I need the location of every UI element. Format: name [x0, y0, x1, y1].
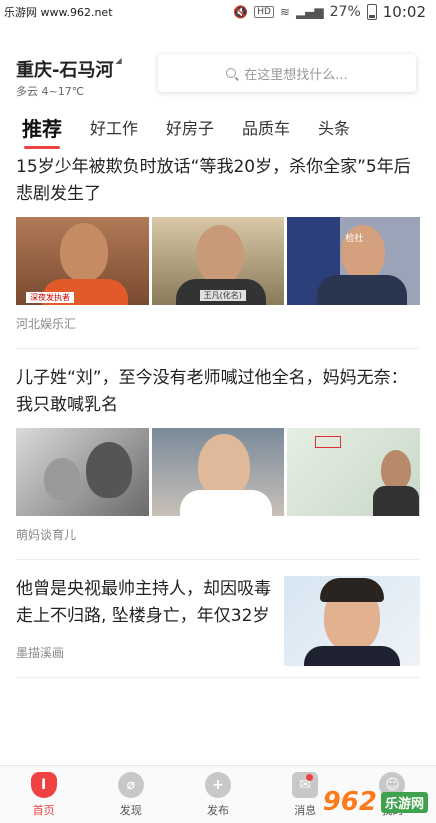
- compass-icon: ⌀: [117, 771, 144, 798]
- header: 重庆-石马河 ◢ 多云 4~17℃ 在这里想找什么...: [0, 50, 436, 102]
- search-placeholder: 在这里想找什么...: [244, 67, 348, 83]
- home-icon: I: [30, 771, 57, 798]
- watermark-logo: 962: [322, 787, 377, 817]
- battery-percent: 27%: [329, 4, 361, 20]
- status-bar: 🔇 HD ≋ ▂▄▆ 27% 10:02: [0, 0, 436, 24]
- article-card[interactable]: 他曾是央视最帅主持人，却因吸毒走上不归路, 坠楼身亡，年仅32岁 墨描溪画: [16, 560, 420, 678]
- article-image: 检社: [287, 217, 421, 305]
- watermark-bottom: 962 乐游网: [323, 787, 428, 817]
- article-source: 萌妈谈育儿: [16, 528, 77, 542]
- watermark-text: 乐游网: [380, 791, 428, 813]
- article-title: 15岁少年被欺负时放话“等我20岁，杀你全家”5年后悲剧发生了: [16, 157, 411, 204]
- nav-label: 消息: [294, 803, 317, 817]
- article-card[interactable]: 儿子姓“刘”，至今没有老师喊过他全名，妈妈无奈：我只敢喊乳名 萌妈谈育儿: [16, 349, 421, 560]
- search-icon: [226, 68, 237, 78]
- weather: 多云 4~17℃: [16, 85, 85, 98]
- image-caption: 王凡(化名): [199, 290, 246, 301]
- chevron-down-icon: ◢: [115, 56, 122, 65]
- tab-cars[interactable]: 品质车: [242, 115, 290, 139]
- nav-discover[interactable]: ⌀ 发现: [87, 766, 174, 823]
- article-card[interactable]: 15岁少年被欺负时放话“等我20岁，杀你全家”5年后悲剧发生了 深夜发执者 王凡…: [16, 154, 421, 349]
- article-image: [151, 428, 285, 516]
- search-input[interactable]: 在这里想找什么...: [158, 54, 416, 92]
- nav-label: 发布: [207, 803, 229, 817]
- article-image: [16, 428, 149, 516]
- tab-recommend[interactable]: 推荐: [22, 113, 62, 149]
- city-name: 重庆-石马河: [16, 60, 114, 81]
- article-images: [16, 428, 421, 516]
- article-title: 儿子姓“刘”，至今没有老师喊过他全名，妈妈无奈：我只敢喊乳名: [16, 368, 408, 415]
- article-images: 深夜发执者 王凡(化名) 检社: [16, 217, 421, 305]
- battery-icon: [366, 4, 377, 20]
- article-image: 王凡(化名): [151, 217, 285, 305]
- article-source: 河北娱乐汇: [16, 317, 77, 331]
- tab-bar: 推荐 好工作 好房子 品质车 头条: [0, 110, 436, 149]
- plus-icon: +: [205, 771, 231, 798]
- clock: 10:02: [382, 3, 426, 21]
- notification-dot: [305, 774, 313, 781]
- tab-jobs[interactable]: 好工作: [90, 115, 138, 139]
- image-caption: 检社: [345, 234, 364, 244]
- city-selector[interactable]: 重庆-石马河 ◢: [16, 56, 122, 82]
- image-caption: 深夜发执者: [26, 292, 74, 303]
- news-feed: 15岁少年被欺负时放话“等我20岁，杀你全家”5年后悲剧发生了 深夜发执者 王凡…: [0, 154, 436, 765]
- nav-label: 发现: [119, 803, 142, 817]
- article-source: 墨描溪画: [16, 646, 65, 660]
- wifi-icon: ≋: [279, 5, 290, 19]
- nav-label: 首页: [32, 803, 55, 817]
- tab-headlines[interactable]: 头条: [318, 115, 350, 139]
- article-image: [287, 428, 421, 516]
- hd-icon: HD: [254, 6, 274, 18]
- mute-icon: 🔇: [233, 5, 249, 19]
- article-image: 深夜发执者: [16, 217, 149, 305]
- article-title: 他曾是央视最帅主持人，却因吸毒走上不归路, 坠楼身亡，年仅32岁: [16, 579, 271, 626]
- nav-home[interactable]: I 首页: [0, 766, 87, 823]
- signal-icon: ▂▄▆: [295, 5, 324, 19]
- tab-housing[interactable]: 好房子: [166, 115, 214, 139]
- article-image: [284, 576, 420, 666]
- nav-publish[interactable]: + 发布: [174, 766, 261, 823]
